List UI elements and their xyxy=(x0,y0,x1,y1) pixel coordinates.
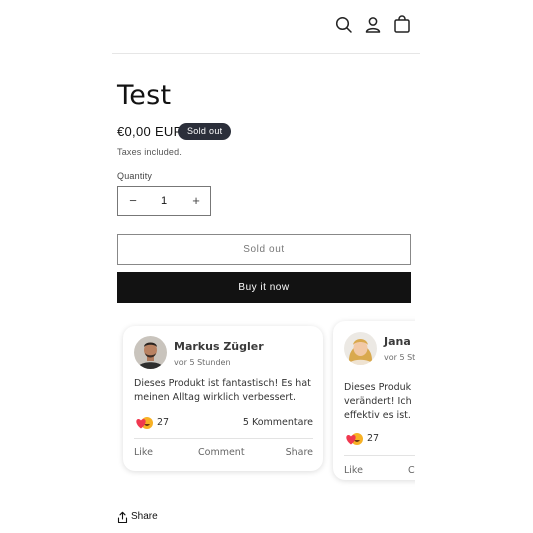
reviews-carousel[interactable]: Markus Zügler vor 5 Stunden Dieses Produ… xyxy=(112,312,415,492)
share-label: Share xyxy=(131,511,158,522)
review-card: Jana S vor 5 St Dieses Produk verändert!… xyxy=(333,321,415,480)
review-text: Dieses Produk verändert! Ich k effektiv … xyxy=(344,381,415,423)
comment-button[interactable]: Comment xyxy=(198,447,245,458)
like-button[interactable]: Like xyxy=(344,465,363,476)
review-text: Dieses Produkt ist fantastisch! Es hat m… xyxy=(134,378,311,403)
divider xyxy=(344,455,415,456)
header xyxy=(112,0,420,54)
product-title: Test xyxy=(117,80,172,111)
comment-button[interactable]: C xyxy=(408,465,415,476)
review-text-line: Dieses Produk xyxy=(344,382,412,393)
taxes-note: Taxes included. xyxy=(117,147,183,157)
review-time: vor 5 St xyxy=(384,353,415,362)
quantity-input[interactable]: 1 xyxy=(148,187,180,215)
sold-out-button[interactable]: Sold out xyxy=(117,234,411,265)
quantity-increase-button[interactable]: + xyxy=(181,187,211,215)
avatar xyxy=(344,332,377,365)
comment-count[interactable]: 5 Kommentare xyxy=(243,417,313,428)
review-author: Jana S xyxy=(384,335,415,348)
buy-it-now-button[interactable]: Buy it now xyxy=(117,272,411,303)
avatar xyxy=(134,336,167,369)
account-icon[interactable] xyxy=(362,14,384,36)
quantity-decrease-button[interactable]: − xyxy=(118,187,148,215)
share-icon xyxy=(117,511,128,524)
cart-icon[interactable] xyxy=(391,14,413,36)
review-text-line: verändert! Ich k xyxy=(344,396,415,407)
quantity-label: Quantity xyxy=(117,171,153,181)
love-haha-reaction-icon xyxy=(136,417,153,429)
quantity-stepper: − 1 + xyxy=(117,186,211,216)
reaction-count: 27 xyxy=(367,433,380,444)
review-author: Markus Zügler xyxy=(174,340,264,353)
divider xyxy=(134,438,313,439)
like-button[interactable]: Like xyxy=(134,447,153,458)
love-haha-reaction-icon xyxy=(346,433,363,445)
review-card: Markus Zügler vor 5 Stunden Dieses Produ… xyxy=(123,326,323,471)
reaction-count: 27 xyxy=(157,417,170,428)
review-text-line: effektiv es ist. xyxy=(344,410,411,421)
review-time: vor 5 Stunden xyxy=(174,358,231,367)
product-price: €0,00 EUR xyxy=(117,124,184,139)
sold-out-badge: Sold out xyxy=(178,123,232,140)
share-review-button[interactable]: Share xyxy=(286,447,313,458)
search-icon[interactable] xyxy=(333,14,355,36)
